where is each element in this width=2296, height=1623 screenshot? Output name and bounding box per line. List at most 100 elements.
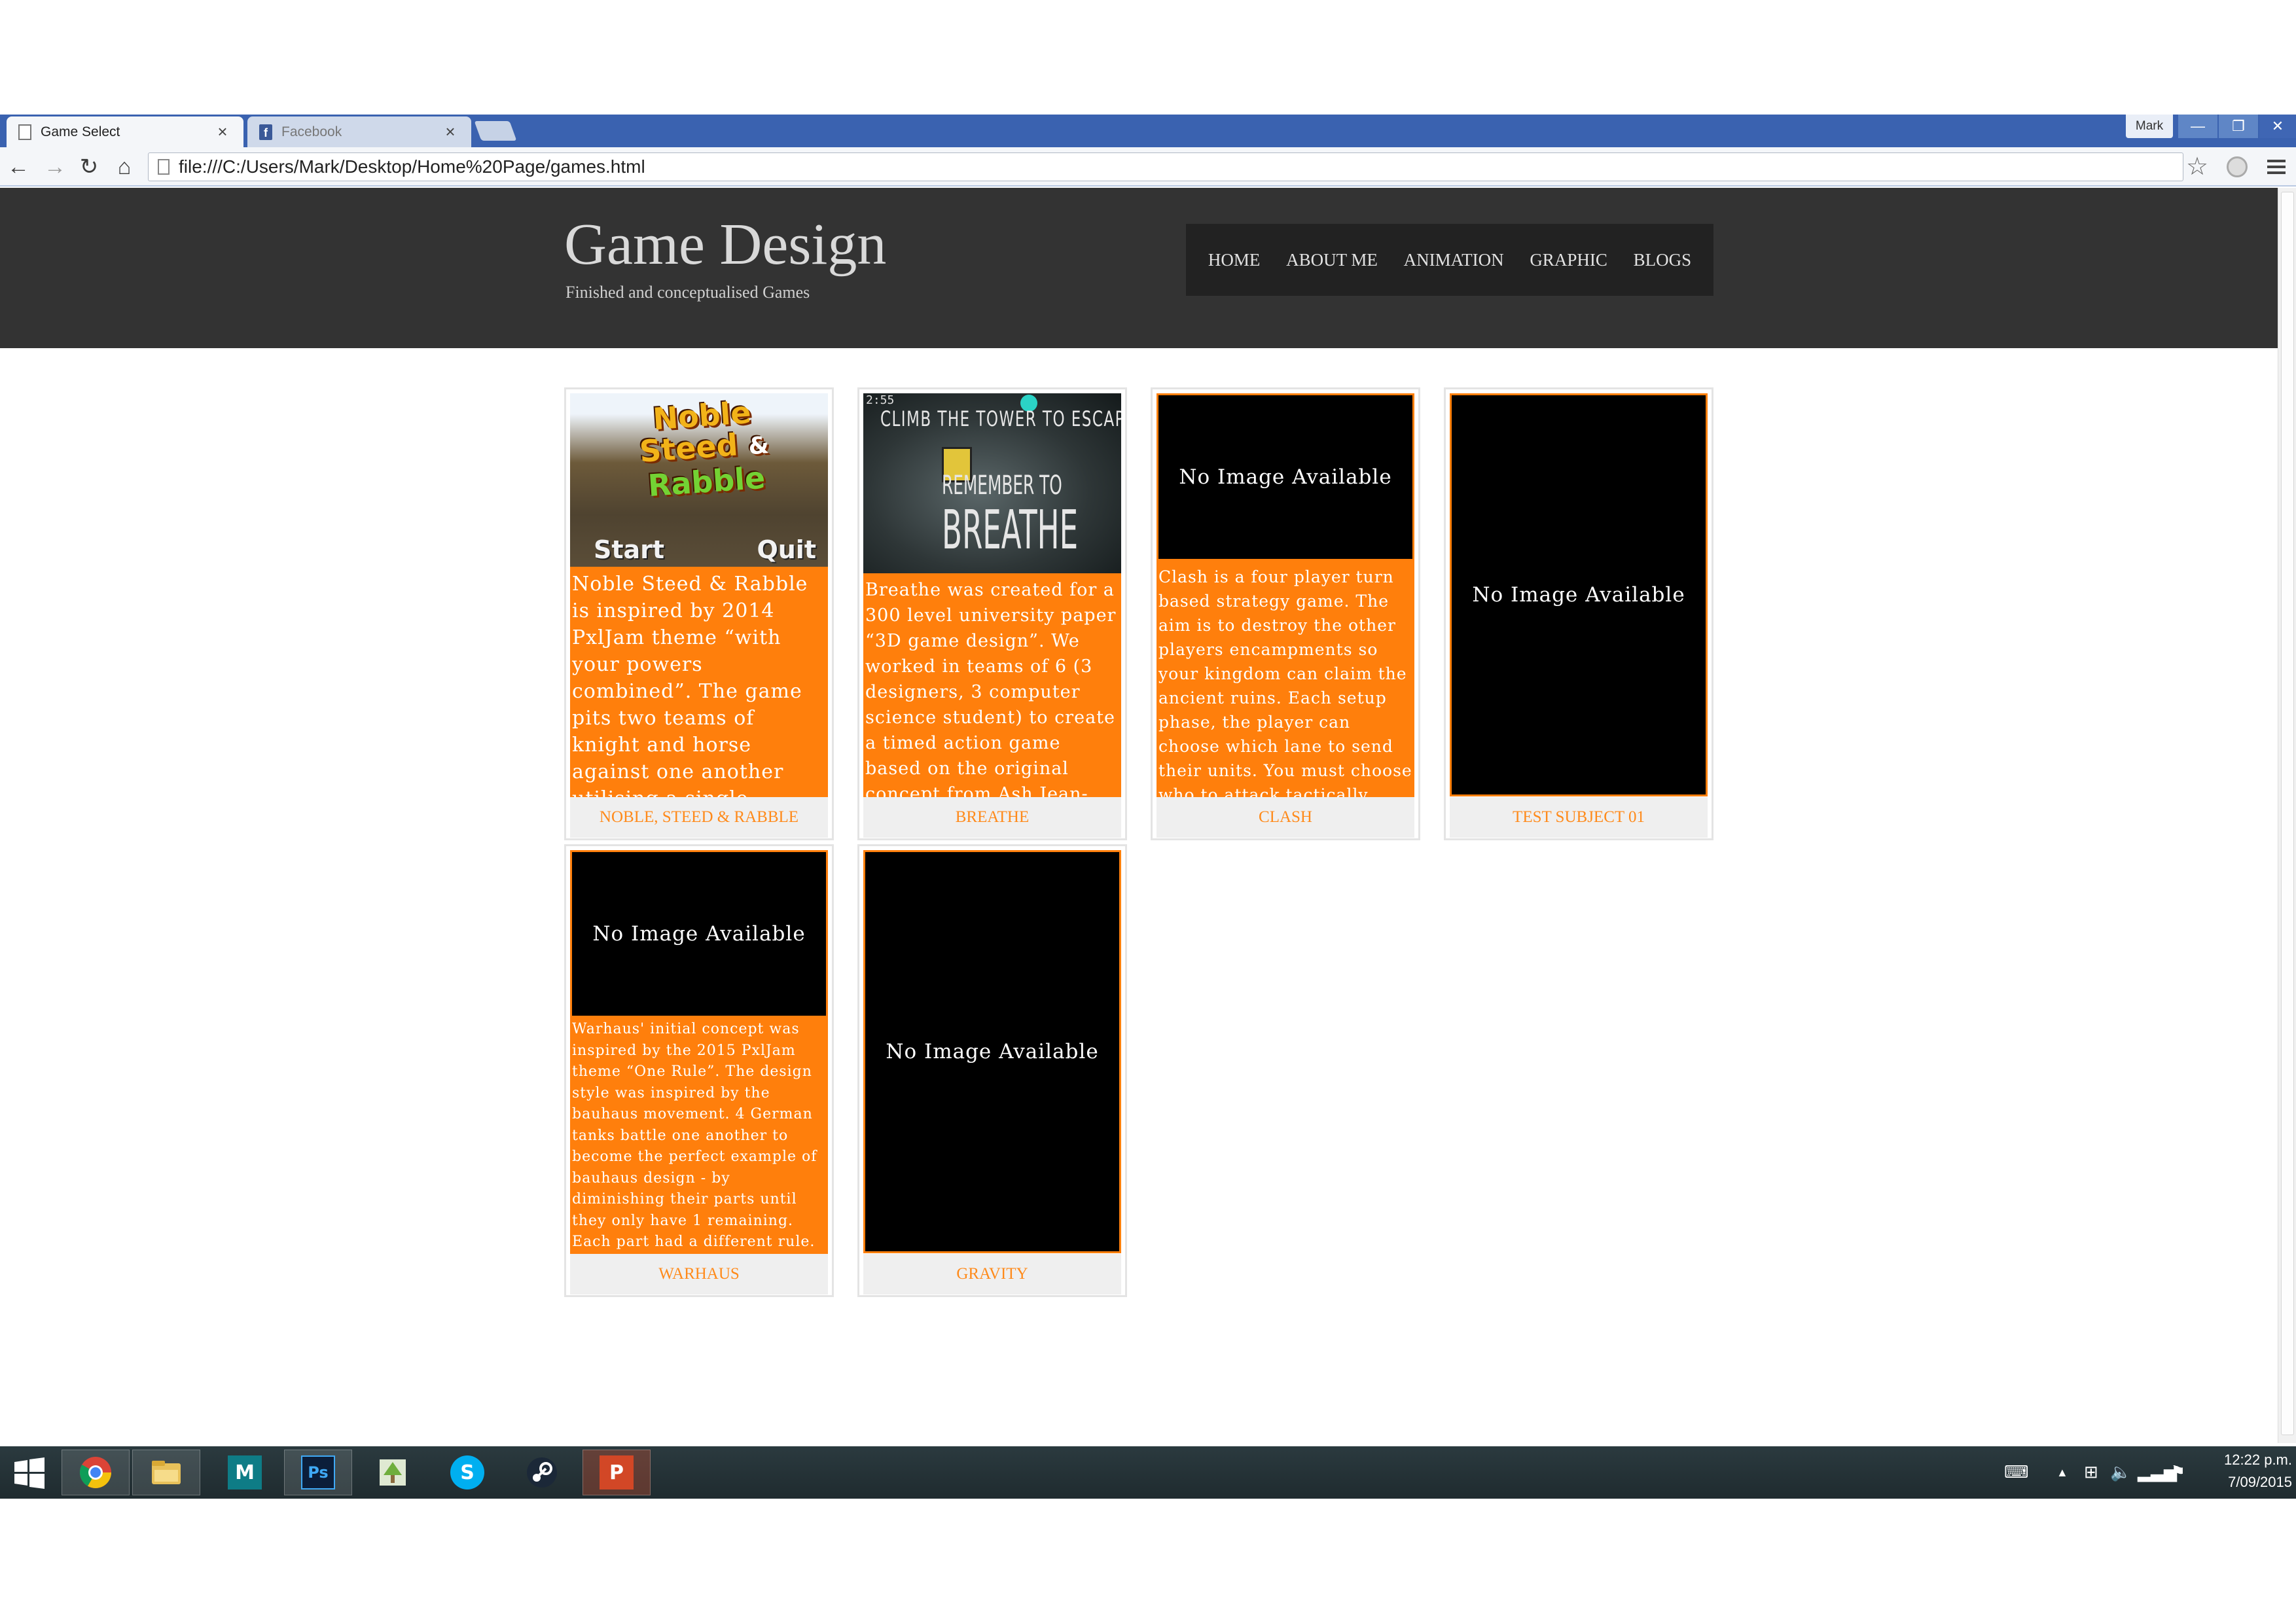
profile-button[interactable]: Mark	[2126, 115, 2173, 138]
site-title: Game Design	[564, 212, 887, 277]
maya-icon: M	[228, 1455, 262, 1489]
menu-icon[interactable]	[2265, 155, 2288, 179]
noble-steed-rabble-title-screen: Noble Steed & Rabble Start Quit	[570, 393, 828, 567]
chrome-icon	[79, 1457, 111, 1489]
game-card-gravity: No Image Available GRAVITY	[857, 844, 1127, 1297]
game-title-link[interactable]: WARHAUS	[570, 1254, 828, 1294]
taskbar-maya[interactable]: M	[211, 1450, 279, 1495]
nav-graphic[interactable]: GRAPHIC	[1530, 250, 1607, 270]
browser-toolbar: ← → ↻ ⌂ file:///C:/Users/Mark/Desktop/Ho…	[0, 147, 2296, 187]
game-title-link[interactable]: CLASH	[1157, 797, 1414, 838]
game-title-link[interactable]: NOBLE, STEED & RABBLE	[570, 797, 828, 838]
facebook-icon: f	[259, 124, 272, 140]
minimize-button[interactable]: —	[2178, 115, 2217, 138]
nav-blogs[interactable]: BLOGS	[1634, 250, 1692, 270]
no-image-text: No Image Available	[1472, 582, 1685, 607]
game-description: Clash is a four player turn based strate…	[1157, 561, 1414, 797]
game-screenshot-placeholder[interactable]: No Image Available	[863, 850, 1121, 1253]
games-grid: Noble Steed & Rabble Start Quit Noble St…	[564, 387, 1716, 1304]
extension-icon[interactable]	[2227, 156, 2248, 177]
taskbar-file-explorer[interactable]	[132, 1450, 200, 1495]
site-header: Game Design Finished and conceptualised …	[0, 188, 2278, 348]
windows-start-icon[interactable]	[9, 1453, 50, 1493]
taskbar: M Ps S P ⌨ ▲ ⊞ 🔈 ▂▃▅ ⚑ 12:22 p.m. 7/09/2…	[0, 1446, 2296, 1499]
taskbar-powerpoint[interactable]: P	[583, 1450, 651, 1495]
taskbar-image-viewer[interactable]	[359, 1450, 427, 1495]
tab-label: Facebook	[281, 124, 342, 139]
tab-game-select[interactable]: Game Select ×	[7, 116, 243, 147]
page-viewport: Game Design Finished and conceptualised …	[0, 188, 2278, 1443]
game-card-warhaus: No Image Available Warhaus' initial conc…	[564, 844, 834, 1297]
volume-icon[interactable]: 🔈	[2110, 1462, 2131, 1482]
game-title-link[interactable]: TEST SUBJECT 01	[1450, 797, 1708, 838]
screenshot-text: CLIMB THE TOWER TO ESCAPE	[880, 406, 1121, 431]
nav-about-me[interactable]: ABOUT ME	[1286, 250, 1378, 270]
file-explorer-icon	[152, 1461, 181, 1484]
back-arrow-icon[interactable]: ←	[5, 154, 31, 180]
game-screenshot[interactable]: 2:55 CLIMB THE TOWER TO ESCAPE REMEMBER …	[863, 393, 1121, 573]
image-viewer-icon	[380, 1459, 406, 1486]
close-tab-icon[interactable]: ×	[213, 122, 232, 142]
game-card-breathe: 2:55 CLIMB THE TOWER TO ESCAPE REMEMBER …	[857, 387, 1127, 840]
game-title-link[interactable]: BREATHE	[863, 797, 1121, 838]
game-description: Breathe was created for a 300 level univ…	[863, 573, 1121, 797]
game-logo: Noble Steed & Rabble	[606, 393, 802, 504]
logo-ampersand: &	[747, 432, 770, 461]
quit-text: Quit	[757, 535, 816, 564]
tab-bar: Game Select × f Facebook × Mark — ❐ ✕	[0, 115, 2296, 147]
new-tab-button[interactable]	[474, 121, 517, 141]
game-screenshot-placeholder[interactable]: No Image Available	[1157, 393, 1414, 561]
maximize-button[interactable]: ❐	[2219, 115, 2258, 138]
system-tray: ⌨ ▲ ⊞ 🔈 ▂▃▅ ⚑ 12:22 p.m. 7/09/2015	[2004, 1446, 2296, 1499]
powerpoint-icon: P	[600, 1455, 634, 1489]
tab-label: Game Select	[41, 124, 120, 139]
reload-icon[interactable]: ↻	[76, 154, 102, 180]
start-text: Start	[594, 535, 665, 564]
game-screenshot-placeholder[interactable]: No Image Available	[570, 850, 828, 1018]
url-text: file:///C:/Users/Mark/Desktop/Home%20Pag…	[179, 156, 645, 177]
browser-window: Game Select × f Facebook × Mark — ❐ ✕ ← …	[0, 115, 2296, 1499]
game-card-clash: No Image Available Clash is a four playe…	[1151, 387, 1420, 840]
game-description: Noble Steed & Rabble is inspired by 2014…	[570, 567, 828, 797]
no-image-text: No Image Available	[1179, 465, 1392, 489]
page-icon	[18, 124, 31, 140]
close-window-button[interactable]: ✕	[2259, 115, 2296, 138]
show-hidden-icons-icon[interactable]: ▲	[2056, 1466, 2068, 1480]
skype-icon: S	[450, 1455, 484, 1489]
keyboard-icon[interactable]: ⌨	[2004, 1462, 2029, 1482]
nav-animation[interactable]: ANIMATION	[1404, 250, 1504, 270]
taskbar-photoshop[interactable]: Ps	[284, 1450, 352, 1495]
taskbar-chrome[interactable]	[62, 1450, 130, 1495]
nav-home[interactable]: HOME	[1208, 250, 1261, 270]
no-image-text: No Image Available	[592, 921, 806, 946]
forward-arrow-icon[interactable]: →	[42, 154, 68, 180]
screenshot-text: BREATHE	[942, 499, 1079, 562]
taskbar-steam[interactable]	[508, 1450, 576, 1495]
page-icon	[158, 159, 170, 175]
clock-time[interactable]: 12:22 p.m.	[2207, 1452, 2292, 1469]
clock-date[interactable]: 7/09/2015	[2207, 1474, 2292, 1491]
close-tab-icon[interactable]: ×	[441, 122, 459, 142]
home-icon[interactable]: ⌂	[111, 154, 137, 180]
site-subtitle: Finished and conceptualised Games	[565, 283, 810, 302]
scrollbar-thumb[interactable]	[2281, 192, 2294, 1435]
game-title-link[interactable]: GRAVITY	[863, 1254, 1121, 1294]
screenshot-text: REMEMBER TO	[942, 471, 1062, 501]
bookmark-star-icon[interactable]: ☆	[2186, 154, 2208, 180]
game-description: Warhaus' initial concept was inspired by…	[570, 1018, 828, 1254]
game-card-test-subject-01: No Image Available TEST SUBJECT 01	[1444, 387, 1713, 840]
steam-icon	[527, 1457, 557, 1488]
photoshop-icon: Ps	[301, 1455, 335, 1489]
game-screenshot-placeholder[interactable]: No Image Available	[1450, 393, 1708, 796]
no-image-text: No Image Available	[886, 1039, 1099, 1063]
game-screenshot[interactable]: Noble Steed & Rabble Start Quit	[570, 393, 828, 567]
tab-facebook[interactable]: f Facebook ×	[247, 116, 471, 147]
timer-text: 2:55	[866, 393, 895, 407]
windows-flag-icon[interactable]: ⊞	[2084, 1462, 2098, 1482]
vertical-scrollbar[interactable]	[2278, 188, 2296, 1443]
action-center-flag-icon[interactable]: ⚑	[2170, 1462, 2185, 1482]
taskbar-skype[interactable]: S	[433, 1450, 501, 1495]
breathe-screenshot: 2:55 CLIMB THE TOWER TO ESCAPE REMEMBER …	[863, 393, 1121, 573]
game-card-noble-steed-rabble: Noble Steed & Rabble Start Quit Noble St…	[564, 387, 834, 840]
address-bar[interactable]: file:///C:/Users/Mark/Desktop/Home%20Pag…	[148, 152, 2183, 181]
